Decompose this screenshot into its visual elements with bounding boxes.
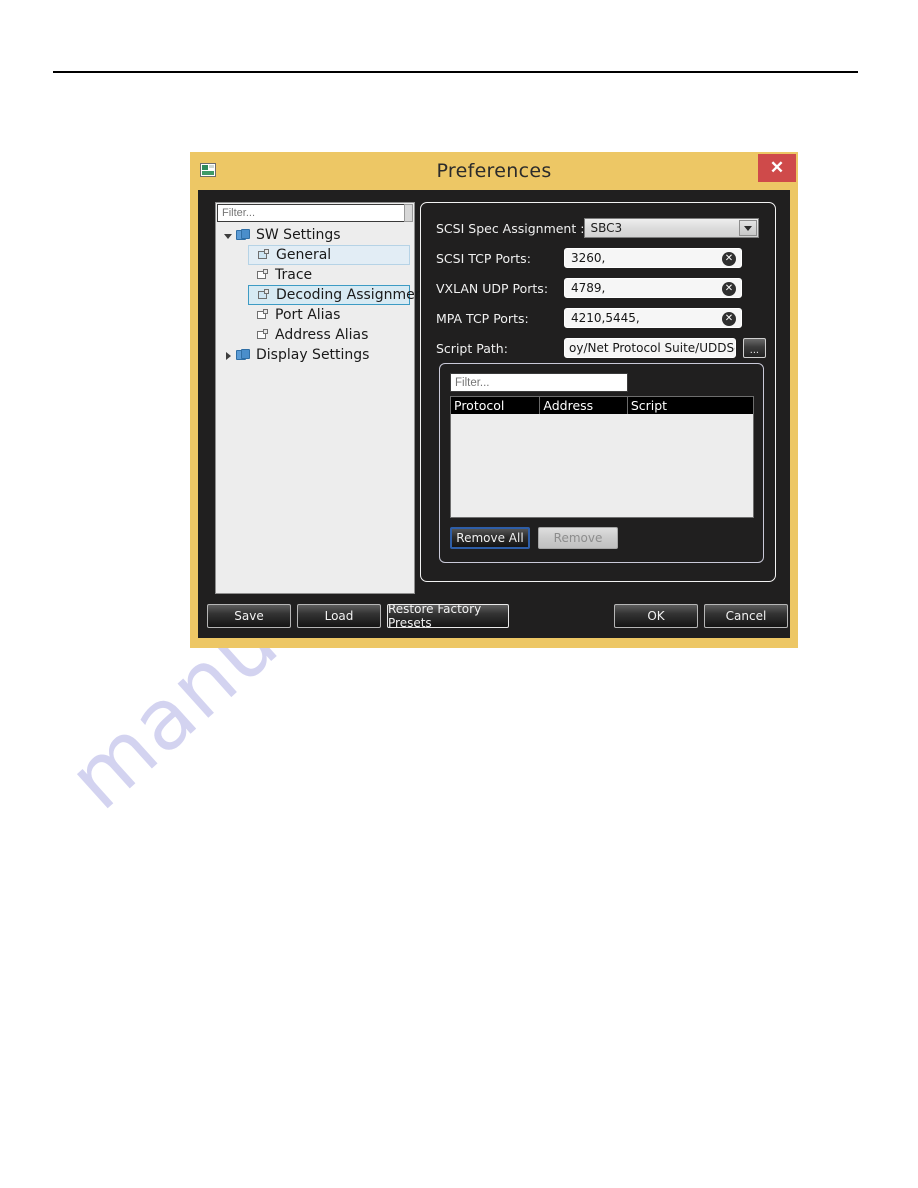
column-header-address[interactable]: Address <box>540 397 628 414</box>
script-path-input[interactable]: oy/Net Protocol Suite/UDDScript\ <box>564 338 736 358</box>
row-scsi-tcp-ports: SCSI TCP Ports: 3260, ✕ <box>436 247 766 269</box>
ok-button[interactable]: OK <box>614 604 698 628</box>
folder-icon <box>236 349 251 361</box>
folder-icon <box>236 229 251 241</box>
vxlan-udp-label: VXLAN UDP Ports: <box>436 280 549 296</box>
page-icon <box>257 249 271 261</box>
column-header-protocol[interactable]: Protocol <box>451 397 541 414</box>
vxlan-udp-value: 4789, <box>571 281 606 295</box>
decoding-assignment-group: SCSI Spec Assignment : SBC3 SCSI TCP Por… <box>420 202 776 582</box>
tree-item-address-alias[interactable]: Address Alias <box>216 325 414 345</box>
assignment-table-body[interactable] <box>451 414 753 517</box>
tree-item-label: General <box>276 247 332 263</box>
page-icon <box>256 269 270 281</box>
assignment-filter-input[interactable] <box>450 373 628 392</box>
chevron-down-icon[interactable] <box>739 220 758 236</box>
row-vxlan-udp-ports: VXLAN UDP Ports: 4789, ✕ <box>436 277 766 299</box>
page-horizontal-rule <box>53 71 858 73</box>
tree-item-sw-settings[interactable]: SW Settings <box>216 225 414 245</box>
scsi-tcp-label: SCSI TCP Ports: <box>436 250 531 266</box>
browse-ellipsis-button[interactable]: ... <box>742 338 766 358</box>
tree-item-label: Port Alias <box>275 307 341 323</box>
script-path-value: oy/Net Protocol Suite/UDDScript\ <box>569 341 735 355</box>
tree-item-decoding-assignment[interactable]: Decoding Assignment <box>248 285 429 305</box>
row-mpa-tcp-ports: MPA TCP Ports: 4210,5445, ✕ <box>436 307 766 329</box>
tree-item-general[interactable]: General <box>248 245 410 265</box>
tree-item-trace[interactable]: Trace <box>216 265 414 285</box>
mpa-tcp-label: MPA TCP Ports: <box>436 310 529 326</box>
cancel-button[interactable]: Cancel <box>704 604 788 628</box>
vxlan-udp-input[interactable]: 4789, ✕ <box>564 278 742 298</box>
script-path-label: Script Path: <box>436 340 508 356</box>
settings-tree-panel: SW Settings General Trace Decoding Assignme… <box>215 202 429 594</box>
page-icon <box>257 289 271 301</box>
clear-icon[interactable]: ✕ <box>722 282 736 296</box>
scsi-spec-label: SCSI Spec Assignment : <box>436 220 585 236</box>
dialog-titlebar: Preferences ✕ <box>190 152 798 190</box>
scsi-spec-value: SBC3 <box>590 221 623 235</box>
assignment-list-group: Protocol Address Script Remove All Remov… <box>439 363 764 563</box>
assignment-table: Protocol Address Script <box>450 396 754 518</box>
page-icon <box>256 309 270 321</box>
mpa-tcp-value: 4210,5445, <box>571 311 640 325</box>
load-button[interactable]: Load <box>297 604 381 628</box>
settings-tree-list: SW Settings General Trace Decoding Assignme… <box>216 225 429 365</box>
tree-item-display-settings[interactable]: Display Settings <box>216 345 414 365</box>
tree-item-label: Display Settings <box>256 347 370 363</box>
dialog-footer: Save Load Restore Factory Presets OK Can… <box>198 602 790 638</box>
restore-factory-presets-button[interactable]: Restore Factory Presets <box>387 602 509 630</box>
close-icon[interactable]: ✕ <box>758 154 796 182</box>
column-header-script[interactable]: Script <box>628 397 753 414</box>
preferences-dialog: Preferences ✕ SW Settings General Trace Dec… <box>190 152 798 648</box>
assignment-table-header: Protocol Address Script <box>451 397 753 414</box>
tree-item-label: Decoding Assignment <box>276 287 430 303</box>
app-window-icon <box>200 163 216 177</box>
remove-all-button[interactable]: Remove All <box>450 527 530 549</box>
dialog-title: Preferences <box>436 160 552 182</box>
row-scsi-spec-assignment: SCSI Spec Assignment : SBC3 <box>436 217 766 239</box>
scsi-tcp-value: 3260, <box>571 251 606 265</box>
expander-open-icon[interactable] <box>222 229 234 241</box>
clear-icon[interactable]: ✕ <box>722 252 736 266</box>
tree-item-label: Trace <box>275 267 313 283</box>
scsi-spec-select[interactable]: SBC3 <box>584 218 760 238</box>
scsi-tcp-input[interactable]: 3260, ✕ <box>564 248 742 268</box>
save-button[interactable]: Save <box>207 604 291 628</box>
remove-button: Remove <box>538 527 618 549</box>
tree-filter-input[interactable] <box>217 204 413 222</box>
mpa-tcp-input[interactable]: 4210,5445, ✕ <box>564 308 742 328</box>
expander-closed-icon[interactable] <box>222 349 234 361</box>
clear-icon[interactable]: ✕ <box>722 312 736 326</box>
tree-item-label: SW Settings <box>256 227 341 243</box>
tree-item-port-alias[interactable]: Port Alias <box>216 305 414 325</box>
page-icon <box>256 329 270 341</box>
dialog-body: SW Settings General Trace Decoding Assignme… <box>198 190 790 638</box>
row-script-path: Script Path: oy/Net Protocol Suite/UDDSc… <box>436 337 766 359</box>
tree-item-label: Address Alias <box>275 327 369 343</box>
tree-scrollbar[interactable] <box>404 204 413 222</box>
